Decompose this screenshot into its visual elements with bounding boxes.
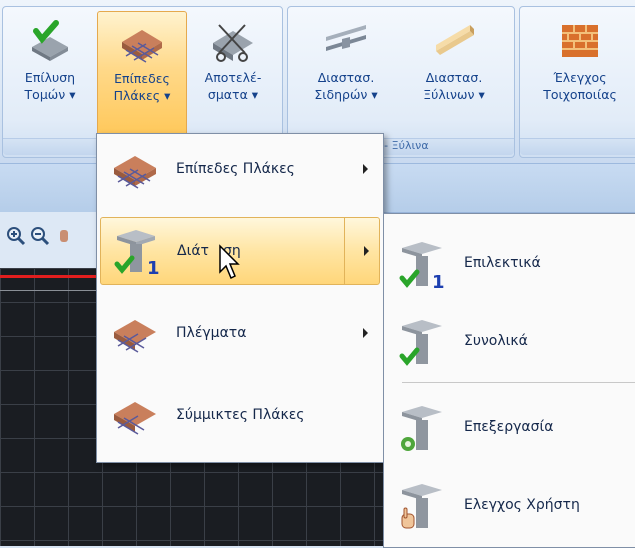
steel-beam-icon [326, 25, 366, 51]
submenu-item-label: Επεξεργασία [464, 419, 554, 435]
submenu-item-user-check[interactable]: Ελεγχος Χρήστη [392, 470, 632, 540]
menu-item-label: Επίπεδες Πλάκες [176, 161, 295, 177]
results-label-1: Αποτελέ- [204, 70, 262, 85]
flat-slabs-dropdown-menu: Επίπεδες Πλάκες 1 Διάτ ση Πλέγματα Σύμμι… [96, 133, 384, 463]
masonry-check-label-2: Τοιχοποιίας [543, 87, 617, 102]
results-icon [213, 24, 253, 62]
design-submenu: 1 Επιλεκτικά Συνολικά Επεξεργασία Ελεγχο… [383, 213, 635, 548]
menu-item-meshes[interactable]: Πλέγματα [100, 300, 378, 366]
flat-slabs-label-2: Πλάκες ▾ [113, 88, 171, 103]
section-solve-icon [32, 20, 68, 61]
steel-dimension-label-2: Σιδηρών ▾ [314, 87, 378, 102]
steel-dimension-button[interactable]: Διαστασ. Σιδηρών ▾ [294, 11, 398, 135]
section-solve-label-2: Τομών ▾ [24, 87, 76, 102]
submenu-item-edit[interactable]: Επεξεργασία [392, 392, 632, 462]
mesh-icon [114, 320, 156, 353]
timber-dimension-label-1: Διαστασ. [425, 70, 483, 85]
timber-dimension-label-2: Ξύλινων ▾ [423, 87, 485, 102]
svg-text:1: 1 [147, 258, 160, 276]
chevron-right-icon [364, 246, 369, 256]
chevron-right-icon [363, 164, 368, 174]
ribbon-group-title-masonry [520, 138, 635, 155]
section-solve-button[interactable]: Επίλυση Τομών ▾ [7, 11, 93, 135]
timber-beam-icon [436, 25, 474, 55]
svg-text:1: 1 [432, 272, 445, 290]
submenu-item-overall[interactable]: Συνολικά [392, 306, 632, 376]
results-button[interactable]: Αποτελέ- σματα ▾ [189, 11, 277, 135]
zoom-in-icon[interactable] [6, 226, 26, 246]
column-check-one-icon: 1 [399, 242, 445, 290]
menu-item-composite-slabs[interactable]: Σύμμικτες Πλάκες [100, 382, 378, 448]
submenu-separator [402, 382, 635, 383]
canvas-guide-line [0, 290, 110, 291]
masonry-icon [562, 25, 598, 57]
flat-slabs-button[interactable]: Επίπεδες Πλάκες ▾ [97, 11, 187, 137]
column-check-icon [399, 320, 442, 366]
slab-icon [122, 30, 162, 63]
chevron-right-icon [363, 328, 368, 338]
composite-slab-icon [114, 402, 156, 435]
pan-hand-icon[interactable] [54, 226, 74, 246]
results-label-2: σματα ▾ [207, 87, 259, 102]
menu-item-label: Σύμμικτες Πλάκες [176, 407, 305, 423]
timber-dimension-button[interactable]: Διαστασ. Ξύλινων ▾ [402, 11, 506, 135]
column-check-one-icon: 1 [114, 230, 160, 276]
canvas-red-axis [0, 275, 110, 278]
submenu-item-label: Επιλεκτικά [464, 255, 541, 271]
zoom-out-icon[interactable] [30, 226, 50, 246]
submenu-item-label: Συνολικά [464, 333, 528, 349]
mouse-cursor-icon [219, 244, 240, 280]
ribbon-group-masonry: Έλεγχος Τοιχοποιίας [519, 6, 635, 158]
submenu-item-label: Ελεγχος Χρήστη [464, 497, 580, 513]
masonry-check-button[interactable]: Έλεγχος Τοιχοποιίας [524, 11, 635, 135]
menu-item-label: Πλέγματα [176, 325, 247, 341]
slab-icon [114, 156, 156, 189]
masonry-check-label-1: Έλεγχος [553, 70, 607, 85]
view-toolbar [0, 212, 110, 268]
section-solve-label-1: Επίλυση [24, 70, 76, 85]
flat-slabs-label-1: Επίπεδες [114, 71, 170, 86]
column-hand-icon [401, 484, 442, 529]
submenu-arrow-box [344, 218, 379, 284]
menu-item-flat-slabs[interactable]: Επίπεδες Πλάκες [100, 136, 378, 202]
submenu-item-selective[interactable]: 1 Επιλεκτικά [392, 228, 632, 298]
steel-dimension-label-1: Διαστασ. [317, 70, 375, 85]
column-gear-icon [401, 406, 442, 451]
